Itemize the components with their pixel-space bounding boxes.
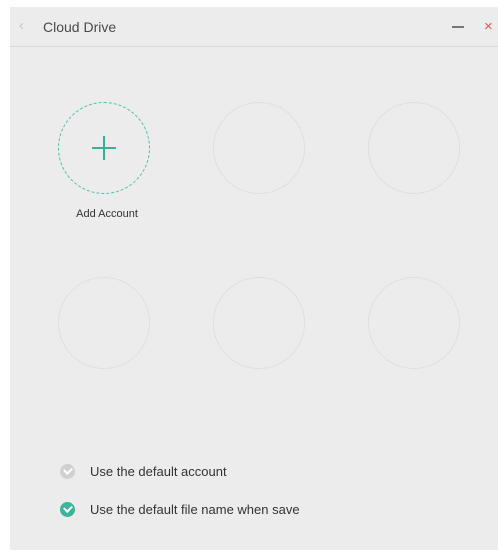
empty-account-slot — [58, 277, 150, 369]
cloud-drive-window: ‹ Cloud Drive × Add Account Use the defa… — [10, 7, 498, 550]
back-icon[interactable]: ‹ — [19, 18, 33, 34]
default-filename-option[interactable]: Use the default file name when save — [60, 499, 300, 519]
option-label: Use the default account — [90, 463, 227, 479]
close-icon[interactable]: × — [484, 19, 498, 35]
empty-account-slot — [368, 277, 460, 369]
window-title: Cloud Drive — [43, 19, 117, 35]
title-bar: ‹ Cloud Drive × — [10, 7, 498, 47]
option-label: Use the default file name when save — [90, 501, 300, 517]
empty-account-slot — [213, 277, 305, 369]
minimize-icon[interactable] — [451, 20, 465, 34]
add-account-button[interactable] — [58, 102, 150, 194]
unchecked-circle-icon[interactable] — [60, 463, 75, 479]
empty-account-slot — [213, 102, 305, 194]
default-account-option[interactable]: Use the default account — [60, 461, 227, 481]
empty-account-slot — [368, 102, 460, 194]
plus-icon-vertical — [103, 136, 105, 160]
add-account-label: Add Account — [76, 208, 138, 220]
checked-circle-icon[interactable] — [60, 501, 75, 517]
